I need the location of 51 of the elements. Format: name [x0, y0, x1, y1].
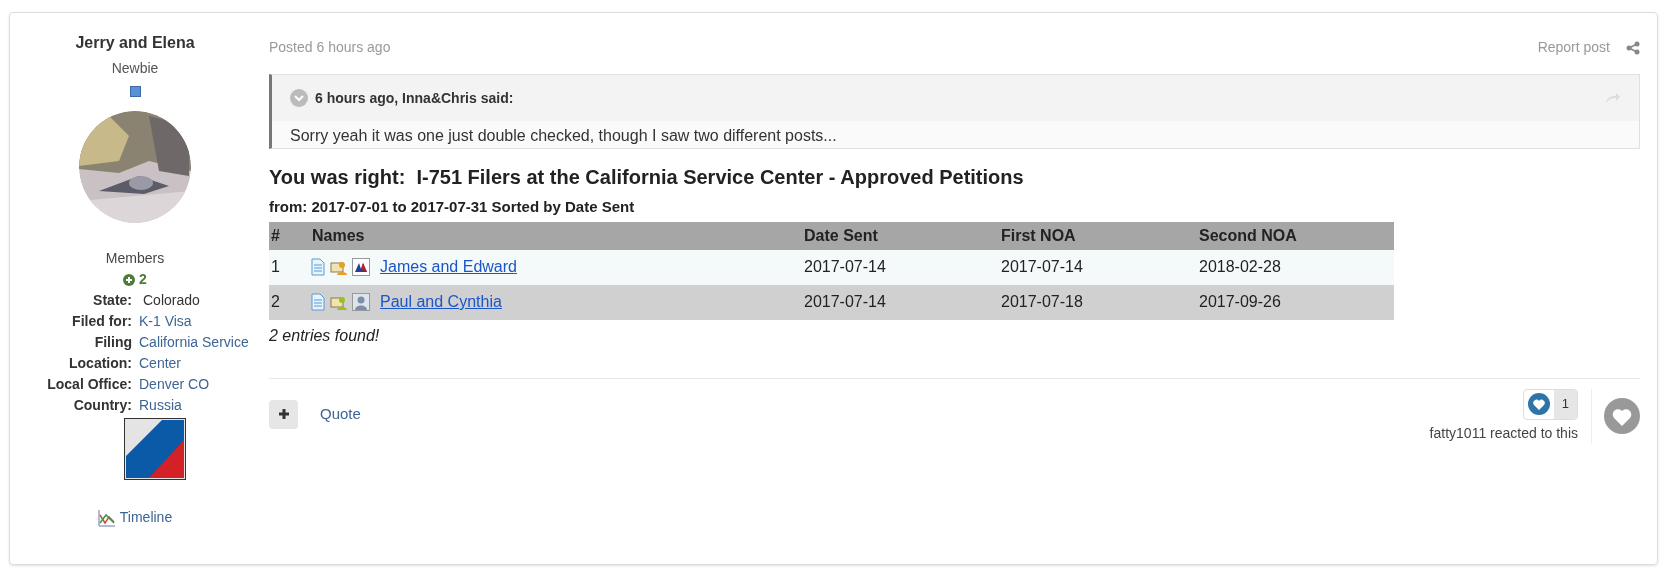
table-cell-text: 1 [270, 257, 281, 277]
post-heading: You was right: I-751 Filers at the California Service Center - Approved Petitions [269, 165, 1025, 190]
table-cell-text: 2017-07-14 [803, 257, 887, 277]
collapse-icon[interactable] [290, 89, 308, 107]
document-icon[interactable] [310, 258, 326, 276]
table-cell-text: 2017-07-18 [1000, 292, 1084, 312]
field-value[interactable]: Denver CO [139, 374, 251, 395]
name-link[interactable]: Paul and Cynthia [380, 290, 502, 314]
reacted-text[interactable]: fatty1011 reacted to this [1429, 422, 1578, 444]
column-header: Date Sent [803, 225, 879, 246]
table-cell-text: 2017-07-14 [803, 292, 887, 312]
add-button[interactable] [269, 399, 298, 429]
field-value[interactable]: K-1 Visa [139, 311, 251, 332]
reaction-count: 1 [1553, 389, 1577, 419]
table-cell-text: 2 [270, 292, 281, 312]
author-rank: Newbie [111, 59, 159, 78]
field-label: Country: [72, 396, 132, 415]
table-cell-text: 2017-09-26 [1198, 292, 1282, 312]
reputation-count: 2 [139, 270, 147, 289]
chart-icon [97, 508, 116, 527]
flag-drawing [124, 418, 186, 480]
field-label: Local Office: [46, 375, 132, 394]
quote-header: 6 hours ago, Inna&Chris said: [315, 88, 515, 108]
column-header: Names [311, 225, 366, 246]
column-header: Second NOA [1198, 225, 1298, 246]
name-link[interactable]: James and Edward [380, 255, 517, 279]
flag-avatar-icon [352, 258, 370, 276]
quote-text: Sorry yeah it was one just double checked, though I saw two different posts... [290, 127, 837, 144]
person-avatar-icon [352, 293, 370, 311]
document-icon[interactable] [310, 293, 326, 311]
quote-link[interactable]: Quote [320, 402, 361, 426]
author-name[interactable]: Jerry and Elena [75, 31, 195, 55]
plus-icon [277, 408, 290, 420]
field-label: State: [92, 291, 132, 310]
plus-circle-icon [123, 273, 136, 286]
table-cell-text: 2018-02-28 [1198, 257, 1282, 277]
rank-icon [129, 86, 141, 97]
reaction-badge[interactable]: 1 [1522, 388, 1578, 420]
field-label: Filing Location: [68, 333, 132, 373]
column-header: # [270, 225, 281, 246]
member-group: Members [105, 248, 165, 269]
entries-note: 2 entries found! [269, 325, 381, 346]
field-value[interactable]: Russia [139, 395, 251, 416]
share-icon[interactable] [1626, 40, 1640, 55]
field-value: Colorado [142, 291, 201, 310]
post-subheading: from: 2017-07-01 to 2017-07-31 Sorted by Date Sent [269, 197, 636, 217]
field-label: Filed for: [71, 312, 132, 331]
field-value[interactable]: California Service Center [139, 332, 251, 374]
column-header: First NOA [1000, 225, 1077, 246]
timeline-link[interactable]: Timeline [119, 507, 173, 528]
table-cell-text: 2017-07-14 [1000, 257, 1084, 277]
